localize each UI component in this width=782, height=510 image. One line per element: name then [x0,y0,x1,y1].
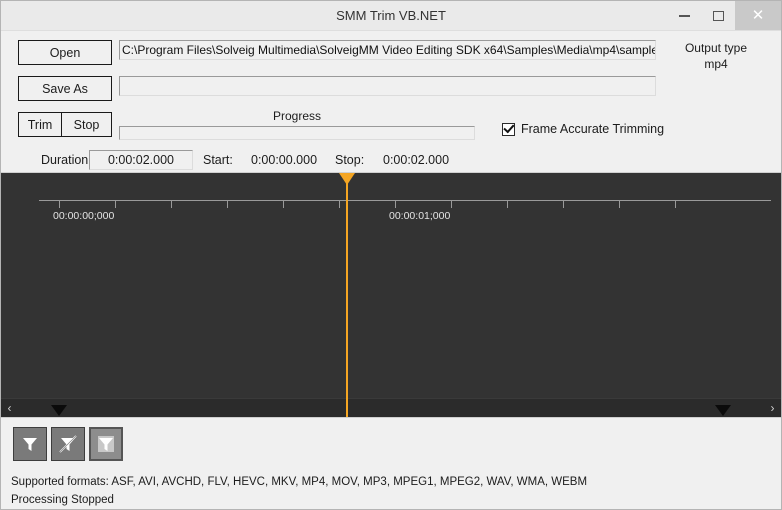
scroll-left-icon[interactable]: ‹ [1,399,18,418]
timeline-scrollbar[interactable]: ‹ › [1,398,781,417]
playhead[interactable] [339,173,355,417]
ruler-tick [115,200,116,208]
ruler-label-0: 00:00:00;000 [53,210,115,222]
start-value: 0:00:00.000 [251,153,318,167]
scrollbar-track[interactable] [18,398,764,417]
trim-out-marker[interactable] [715,405,731,416]
timeline-ruler[interactable]: 00:00:00;000 00:00:01;000 [1,173,781,235]
start-label: Start: [203,153,233,167]
supported-formats-text: Supported formats: ASF, AVI, AVCHD, FLV,… [11,476,588,488]
output-type-group: Output type mp4 [661,40,771,72]
playhead-handle-icon[interactable] [339,173,355,185]
ruler-tick [227,200,228,208]
controls-panel: Open Save As Trim Stop C:\Program Files\… [1,30,781,172]
filter-clear-button[interactable] [51,427,85,461]
ruler-tick [171,200,172,208]
ruler-tick [339,200,340,208]
duration-label: Duration [41,153,89,167]
frame-accurate-checkbox[interactable] [502,122,515,136]
frame-accurate-trimming-row[interactable]: Frame Accurate Trimming [502,122,664,136]
output-type-value: mp4 [704,57,728,71]
ruler-tick [451,200,452,208]
ruler-tick [563,200,564,208]
minimize-icon [678,14,690,17]
ruler-tick [507,200,508,208]
ruler-tick [619,200,620,208]
scroll-right-icon[interactable]: › [764,399,781,418]
trim-in-marker[interactable] [51,405,67,416]
ruler-baseline [39,200,771,201]
close-icon: ✕ [751,7,765,24]
funnel-filled-icon [98,436,114,452]
window-title: SMM Trim VB.NET [336,8,446,23]
save-as-button[interactable]: Save As [18,76,112,101]
status-bar: Supported formats: ASF, AVI, AVCHD, FLV,… [1,417,781,509]
filter-active-button[interactable] [89,427,123,461]
progress-label: Progress [272,109,322,123]
trim-button[interactable]: Trim [18,112,62,137]
ruler-tick [675,200,676,208]
clip-title: sample_mp4_hd.mp4 [78,416,179,417]
window-controls: ✕ [667,1,781,30]
processing-status-text: Processing Stopped [11,494,114,506]
progress-bar [119,126,475,140]
ruler-label-1: 00:00:01;000 [389,210,451,222]
stop-label: Stop: [335,153,365,167]
filter-apply-button[interactable] [13,427,47,461]
app-window: SMM Trim VB.NET ✕ Open Save As Trim Stop… [0,0,782,510]
funnel-slash-icon [59,435,77,453]
ruler-tick [59,200,60,208]
title-bar: SMM Trim VB.NET ✕ [1,1,781,30]
maximize-button[interactable] [701,1,735,30]
input-path-field[interactable]: C:\Program Files\Solveig Multimedia\Solv… [119,40,656,60]
timeline-panel[interactable]: 00:00:00;000 00:00:01;000 ‹ › [1,172,781,417]
stop-value: 0:00:02.000 [383,153,450,167]
frame-accurate-label: Frame Accurate Trimming [521,122,665,136]
duration-field[interactable]: 0:00:02.000 [89,150,193,170]
output-type-label: Output type [684,41,748,55]
ruler-tick [283,200,284,208]
funnel-icon [23,438,37,451]
time-values-row: Duration 0:00:02.000 Start: 0:00:00.000 … [1,149,781,171]
stop-button[interactable]: Stop [62,112,112,137]
close-button[interactable]: ✕ [735,1,781,30]
minimize-button[interactable] [667,1,701,30]
output-path-field[interactable] [119,76,656,96]
open-button[interactable]: Open [18,40,112,65]
maximize-icon [712,10,724,21]
ruler-tick [395,200,396,208]
